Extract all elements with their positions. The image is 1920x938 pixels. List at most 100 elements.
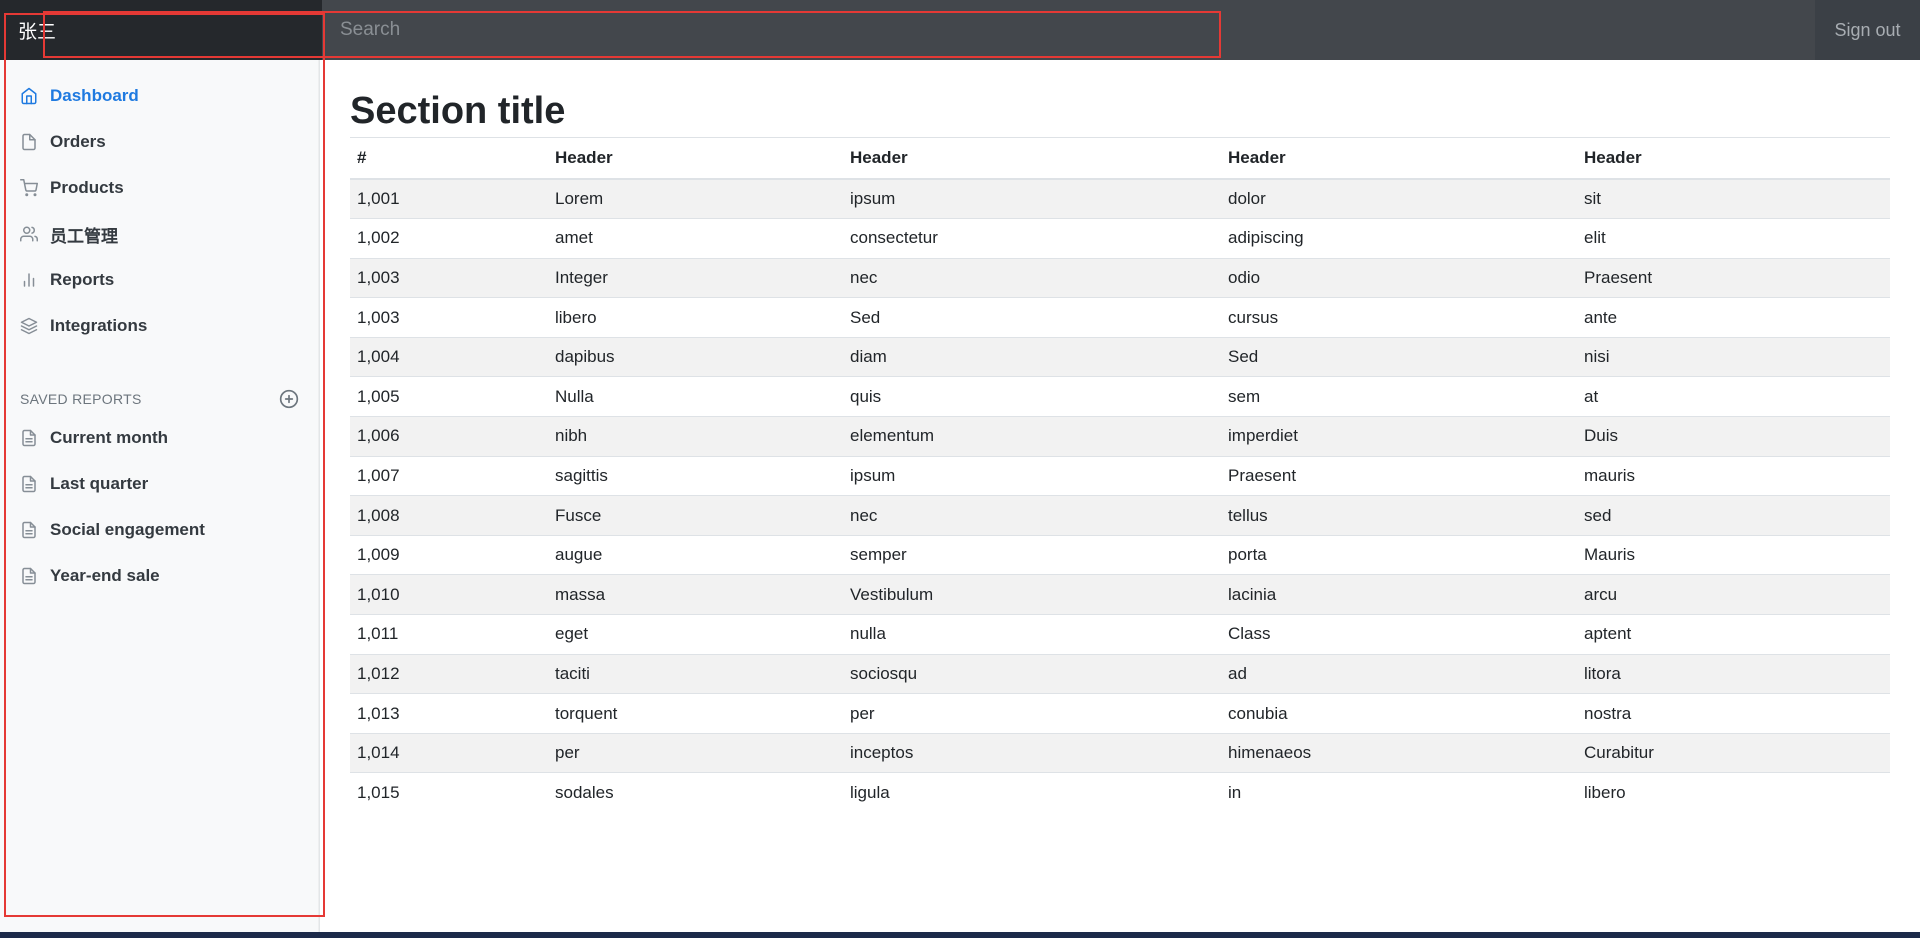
table-cell: 1,002	[350, 218, 548, 259]
table-row: 1,003 Integer nec odio Praesent	[350, 257, 1890, 298]
table-body: 1,001 Lorem ipsum dolor sit 1,002 amet consecte…	[350, 178, 1890, 813]
sidebar-nav: Dashboard Orders Products 员工管理 Reports I…	[0, 60, 319, 349]
table-cell: Vestibulum	[843, 574, 1221, 615]
users-icon	[20, 225, 38, 243]
table-cell: nostra	[1577, 693, 1890, 734]
table-cell: mauris	[1577, 455, 1890, 496]
saved-reports-heading: SAVED REPORTS	[0, 385, 319, 413]
saved-report-current-month[interactable]: Current month	[0, 415, 319, 461]
table-cell: 1,014	[350, 732, 548, 773]
table-cell: 1,009	[350, 534, 548, 575]
sidebar-item-integrations[interactable]: Integrations	[0, 303, 319, 349]
column-header: Header	[548, 138, 843, 180]
main-content: Section title # Header Header Header Hea…	[350, 60, 1890, 813]
table-cell: in	[1221, 772, 1577, 813]
table-cell: odio	[1221, 257, 1577, 298]
sidebar-item-products[interactable]: Products	[0, 165, 319, 211]
table-row: 1,012 taciti sociosqu ad litora	[350, 653, 1890, 694]
table-cell: Fusce	[548, 495, 843, 536]
table-cell: nulla	[843, 614, 1221, 655]
table-cell: sit	[1577, 178, 1890, 219]
saved-report-label: Last quarter	[50, 474, 149, 493]
table-cell: amet	[548, 218, 843, 259]
top-navbar: 张三 Sign out	[0, 0, 1920, 60]
file-text-icon	[20, 521, 38, 539]
table-cell: sodales	[548, 772, 843, 813]
table-cell: Integer	[548, 257, 843, 298]
table-cell: Praesent	[1221, 455, 1577, 496]
table-cell: sagittis	[548, 455, 843, 496]
sidebar-item-employee-management[interactable]: 员工管理	[0, 211, 319, 257]
table-row: 1,009 augue semper porta Mauris	[350, 534, 1890, 575]
bottom-edge-strip	[0, 932, 1920, 938]
table-cell: Praesent	[1577, 257, 1890, 298]
table-row: 1,002 amet consectetur adipiscing elit	[350, 218, 1890, 259]
table-cell: Class	[1221, 614, 1577, 655]
table-cell: libero	[548, 297, 843, 338]
sidebar-item-dashboard[interactable]: Dashboard	[0, 73, 319, 119]
table-cell: 1,004	[350, 336, 548, 377]
table-cell: 1,015	[350, 772, 548, 813]
table-cell: ante	[1577, 297, 1890, 338]
saved-reports-heading-label: SAVED REPORTS	[20, 391, 142, 407]
sidebar-item-label: Dashboard	[50, 86, 139, 105]
saved-report-label: Current month	[50, 428, 169, 447]
table-cell: per	[548, 732, 843, 773]
table-cell: per	[843, 693, 1221, 734]
table-cell: himenaeos	[1221, 732, 1577, 773]
table-cell: sociosqu	[843, 653, 1221, 694]
table-cell: sed	[1577, 495, 1890, 536]
table-cell: 1,008	[350, 495, 548, 536]
table-row: 1,008 Fusce nec tellus sed	[350, 495, 1890, 536]
add-report-icon[interactable]	[279, 389, 299, 409]
table-cell: semper	[843, 534, 1221, 575]
table-cell: 1,001	[350, 178, 548, 219]
table-cell: ipsum	[843, 178, 1221, 219]
data-table: # Header Header Header Header 1,001 Lorem…	[350, 138, 1890, 813]
table-cell: ad	[1221, 653, 1577, 694]
table-row: 1,013 torquent per conubia nostra	[350, 693, 1890, 734]
table-row: 1,006 nibh elementum imperdiet Duis	[350, 416, 1890, 457]
table-cell: massa	[548, 574, 843, 615]
table-header-row: # Header Header Header Header	[350, 138, 1890, 180]
search-input[interactable]	[322, 0, 1815, 60]
saved-report-social-engagement[interactable]: Social engagement	[0, 507, 319, 553]
table-cell: nec	[843, 257, 1221, 298]
table-cell: Lorem	[548, 178, 843, 219]
table-row: 1,014 per inceptos himenaeos Curabitur	[350, 732, 1890, 773]
table-cell: dolor	[1221, 178, 1577, 219]
table-cell: diam	[843, 336, 1221, 377]
table-cell: dapibus	[548, 336, 843, 377]
file-text-icon	[20, 475, 38, 493]
file-icon	[20, 133, 38, 151]
table-row: 1,015 sodales ligula in libero	[350, 772, 1890, 813]
table-cell: adipiscing	[1221, 218, 1577, 259]
table-cell: nibh	[548, 416, 843, 457]
sidebar-item-reports[interactable]: Reports	[0, 257, 319, 303]
saved-report-year-end-sale[interactable]: Year-end sale	[0, 553, 319, 599]
table-cell: Nulla	[548, 376, 843, 417]
table-cell: inceptos	[843, 732, 1221, 773]
column-header: #	[350, 138, 548, 180]
sidebar-item-label: Reports	[50, 270, 115, 289]
sidebar-item-orders[interactable]: Orders	[0, 119, 319, 165]
table-cell: at	[1577, 376, 1890, 417]
table-cell: 1,003	[350, 257, 548, 298]
table-cell: 1,005	[350, 376, 548, 417]
home-icon	[20, 87, 38, 105]
saved-report-last-quarter[interactable]: Last quarter	[0, 461, 319, 507]
saved-report-label: Social engagement	[50, 520, 205, 539]
sidebar-item-label: Integrations	[50, 316, 148, 335]
table-cell: elementum	[843, 416, 1221, 457]
table-cell: porta	[1221, 534, 1577, 575]
table-row: 1,005 Nulla quis sem at	[350, 376, 1890, 417]
table-row: 1,011 eget nulla Class aptent	[350, 614, 1890, 655]
sign-out-button[interactable]: Sign out	[1815, 0, 1920, 60]
table-cell: taciti	[548, 653, 843, 694]
brand-name[interactable]: 张三	[0, 0, 322, 60]
table-cell: Sed	[843, 297, 1221, 338]
file-text-icon	[20, 567, 38, 585]
table-cell: torquent	[548, 693, 843, 734]
table-cell: augue	[548, 534, 843, 575]
table-row: 1,007 sagittis ipsum Praesent mauris	[350, 455, 1890, 496]
